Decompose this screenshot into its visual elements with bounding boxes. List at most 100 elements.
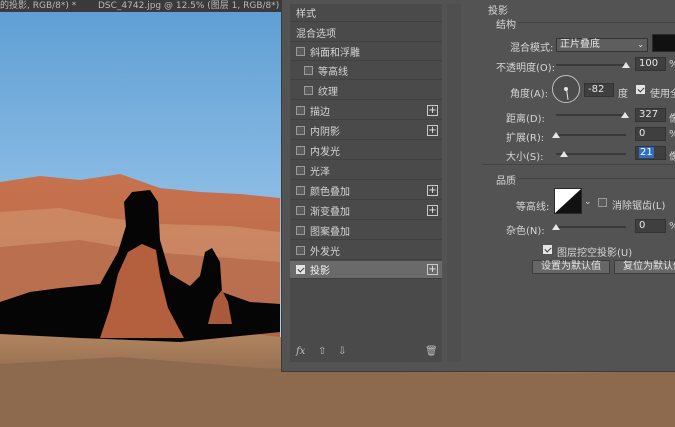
- texture-checkbox[interactable]: [304, 86, 313, 95]
- dialog-divider: [447, 4, 461, 362]
- style-list-header-label: 样式: [296, 9, 316, 20]
- contour-label: 等高线:: [516, 202, 550, 213]
- dialog-bottom-edge: [281, 371, 675, 372]
- drop-shadow-checkbox[interactable]: [296, 265, 305, 274]
- contour-preview-icon: [555, 189, 581, 213]
- style-item-gradient-overlay[interactable]: 渐变叠加 +: [290, 202, 442, 220]
- size-slider-knob[interactable]: [560, 151, 569, 157]
- angle-label: 角度(A):: [510, 89, 549, 100]
- angle-input[interactable]: -82: [584, 83, 614, 97]
- add-color-overlay-plus-icon[interactable]: +: [427, 185, 438, 196]
- style-item-inner-glow[interactable]: 内发光: [290, 142, 442, 160]
- style-item-label: 渐变叠加: [310, 207, 350, 218]
- distance-input[interactable]: 327: [635, 108, 666, 122]
- size-unit: 像素: [669, 152, 675, 163]
- add-gradient-overlay-plus-icon[interactable]: +: [427, 205, 438, 216]
- opacity-unit: %: [669, 59, 675, 70]
- distance-slider-knob[interactable]: [621, 112, 630, 118]
- spread-label: 扩展(R):: [506, 133, 545, 144]
- style-item-drop-shadow[interactable]: 投影 +: [290, 261, 442, 279]
- spread-input[interactable]: 0: [635, 127, 666, 141]
- structure-bottom-divider: [482, 164, 675, 165]
- style-item-label: 描边: [310, 107, 330, 118]
- gradient-overlay-checkbox[interactable]: [296, 206, 305, 215]
- style-item-label: 图案叠加: [310, 227, 350, 238]
- quality-heading: 品质: [496, 176, 516, 187]
- knockout-checkbox[interactable]: [543, 245, 552, 254]
- anti-alias-label: 消除锯齿(L): [612, 201, 666, 212]
- style-item-inner-shadow[interactable]: 内阴影 +: [290, 122, 442, 140]
- bevel-emboss-checkbox[interactable]: [296, 47, 305, 56]
- distance-label: 距离(D):: [506, 114, 545, 125]
- style-item-label: 混合选项: [296, 29, 336, 40]
- add-inner-shadow-plus-icon[interactable]: +: [427, 125, 438, 136]
- opacity-slider[interactable]: [556, 64, 626, 66]
- add-stroke-plus-icon[interactable]: +: [427, 105, 438, 116]
- anti-alias-checkbox[interactable]: [598, 198, 607, 207]
- document-tab-1[interactable]: 的投影, RGB/8*) *: [0, 0, 76, 12]
- style-item-label: 斜面和浮雕: [310, 48, 360, 59]
- style-item-texture[interactable]: 纹理: [290, 82, 442, 100]
- style-item-bevel-emboss[interactable]: 斜面和浮雕: [290, 43, 442, 61]
- style-item-color-overlay[interactable]: 颜色叠加 +: [290, 182, 442, 200]
- size-label: 大小(S):: [506, 152, 544, 163]
- blend-mode-label: 混合模式:: [510, 43, 554, 54]
- inner-glow-checkbox[interactable]: [296, 146, 305, 155]
- global-light-checkbox[interactable]: [636, 85, 645, 94]
- structure-heading: 结构: [496, 20, 516, 31]
- opacity-input[interactable]: 100: [635, 57, 666, 71]
- opacity-slider-knob[interactable]: [622, 62, 630, 68]
- style-item-contour[interactable]: 等高线: [290, 62, 442, 80]
- make-default-button[interactable]: 设置为默认值: [532, 260, 610, 274]
- blend-mode-select[interactable]: 正片叠底 ⌄: [556, 38, 648, 52]
- noise-label: 杂色(N):: [506, 226, 545, 237]
- distance-unit: 像素: [669, 114, 675, 125]
- satin-checkbox[interactable]: [296, 166, 305, 175]
- style-item-label: 颜色叠加: [310, 187, 350, 198]
- style-item-satin[interactable]: 光泽: [290, 162, 442, 180]
- style-item-outer-glow[interactable]: 外发光: [290, 242, 442, 260]
- knockout-label: 图层挖空投影(U): [557, 248, 633, 259]
- style-item-blending-options[interactable]: 混合选项: [290, 24, 442, 42]
- trash-icon[interactable]: 🗑: [425, 346, 438, 357]
- style-list-header: 样式: [290, 4, 442, 22]
- style-item-label: 内发光: [310, 147, 340, 158]
- move-down-icon[interactable]: ⇩: [338, 346, 346, 357]
- size-input[interactable]: 21: [635, 146, 666, 160]
- chevron-down-icon[interactable]: ⌄: [584, 197, 592, 207]
- style-item-label: 内阴影: [310, 127, 340, 138]
- contour-checkbox[interactable]: [304, 66, 313, 75]
- style-item-stroke[interactable]: 描边 +: [290, 102, 442, 120]
- quality-divider: [518, 178, 675, 179]
- angle-dial[interactable]: [552, 75, 580, 103]
- style-item-label: 投影: [310, 266, 330, 277]
- spread-slider[interactable]: [556, 134, 626, 136]
- style-item-label: 光泽: [310, 167, 330, 178]
- spread-slider-knob[interactable]: [552, 132, 560, 138]
- move-up-icon[interactable]: ⇧: [318, 346, 326, 357]
- outer-glow-checkbox[interactable]: [296, 246, 305, 255]
- contour-picker[interactable]: [554, 188, 582, 214]
- noise-input[interactable]: 0: [635, 219, 666, 233]
- fx-icon[interactable]: fx: [296, 346, 305, 357]
- noise-slider[interactable]: [556, 226, 626, 228]
- style-item-label: 等高线: [318, 67, 348, 78]
- angle-center-icon: [564, 87, 568, 91]
- layer-style-dialog: 样式 混合选项 斜面和浮雕 等高线 纹理 描边 + 内阴影 + 内发光 光泽 颜…: [281, 0, 675, 371]
- drop-shadow-settings: 投影 结构 混合模式: 正片叠底 ⌄ 不透明度(O): 100 % 角度(A):…: [472, 0, 675, 371]
- distance-slider[interactable]: [556, 114, 626, 116]
- stroke-checkbox[interactable]: [296, 106, 305, 115]
- add-drop-shadow-plus-icon[interactable]: +: [427, 264, 438, 275]
- style-item-label: 外发光: [310, 247, 340, 258]
- document-tab-2[interactable]: DSC_4742.jpg @ 12.5% (图层 1, RGB/8*) *: [98, 0, 287, 12]
- opacity-label: 不透明度(O):: [496, 63, 556, 74]
- pattern-overlay-checkbox[interactable]: [296, 226, 305, 235]
- noise-slider-knob[interactable]: [552, 224, 560, 230]
- inner-shadow-checkbox[interactable]: [296, 126, 305, 135]
- shadow-color-swatch[interactable]: [652, 34, 675, 52]
- color-overlay-checkbox[interactable]: [296, 186, 305, 195]
- reset-default-button[interactable]: 复位为默认值: [614, 260, 675, 274]
- style-item-label: 纹理: [318, 87, 338, 98]
- style-item-pattern-overlay[interactable]: 图案叠加: [290, 222, 442, 240]
- global-light-label: 使用全局光: [650, 89, 675, 100]
